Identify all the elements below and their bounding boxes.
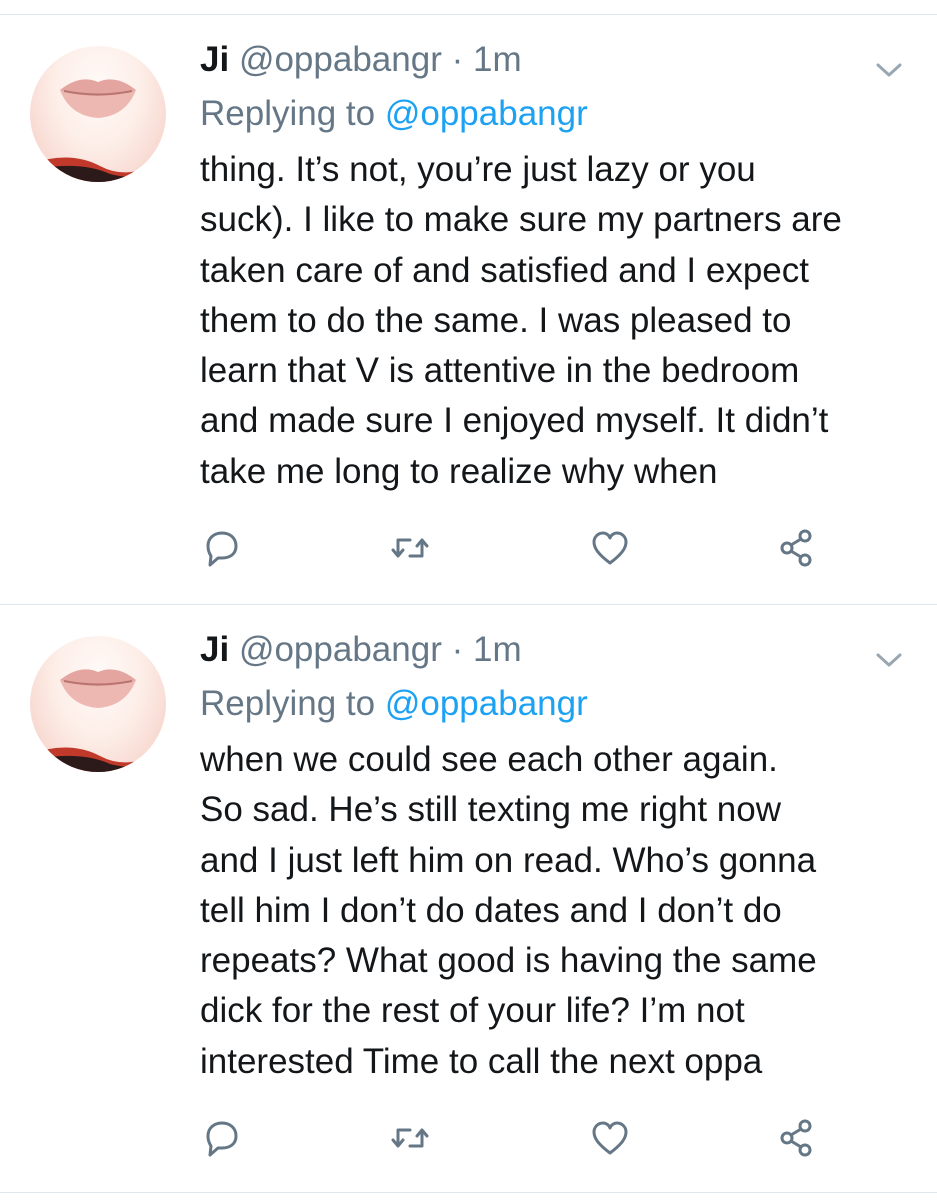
like-button[interactable] [588, 1116, 632, 1160]
share-button[interactable] [775, 526, 819, 570]
heart-icon [592, 531, 628, 565]
tweet-text-line: thing. It’s not, you’re just lazy or you [200, 150, 756, 189]
separator-dot: · [451, 40, 464, 79]
timestamp[interactable]: 1m [473, 40, 522, 79]
replying-to-mention[interactable]: @oppabangr [385, 94, 588, 133]
avatar-lips-image [30, 79, 166, 182]
heart-icon [592, 1121, 628, 1155]
retweet-icon [391, 538, 429, 558]
share-icon [780, 1119, 812, 1157]
tweet-text-line: interested Time to call the next oppa [200, 1041, 763, 1081]
author-handle[interactable]: @oppabangr [239, 630, 442, 669]
retweet-button[interactable] [388, 1116, 432, 1160]
replying-to-mention[interactable]: @oppabangr [385, 684, 588, 723]
tweet-text-line: dick for the rest of your life? I’m not [200, 991, 745, 1031]
avatar[interactable] [30, 636, 166, 772]
tweet-text-line: and made sure I enjoyed myself. It didn’… [200, 401, 829, 441]
author-name[interactable]: Ji [200, 40, 229, 79]
tweet-text-line: taken care of and satisfied and I expect [200, 250, 809, 290]
chevron-down-icon[interactable] [872, 650, 906, 670]
tweet-text: thing. It’s not, you’re just lazy or you… [200, 145, 920, 497]
separator-dot: · [451, 630, 464, 669]
bottom-divider [0, 1192, 937, 1193]
timestamp[interactable]: 1m [473, 630, 522, 669]
tweet-actions [200, 526, 840, 570]
reply-icon [206, 531, 238, 567]
author-name[interactable]: Ji [200, 630, 229, 669]
author-handle[interactable]: @oppabangr [239, 40, 442, 79]
replying-to-label: Replying to [200, 94, 376, 133]
share-icon [780, 529, 812, 567]
retweet-icon [391, 1128, 429, 1148]
tweet-text: when we could see each other again. So s… [200, 735, 920, 1087]
tweet-divider [0, 604, 937, 605]
like-button[interactable] [588, 526, 632, 570]
tweet-text-line: repeats? What good is having the same [200, 941, 817, 981]
reply-button[interactable] [200, 526, 244, 570]
top-divider [0, 14, 937, 15]
reply-icon [206, 1121, 238, 1157]
tweet-header: Ji @oppabangr · 1m [200, 628, 522, 672]
tweet-actions [200, 1116, 840, 1160]
tweet-text-line: suck). I like to make sure my partners a… [200, 200, 842, 240]
avatar[interactable] [30, 46, 166, 182]
chevron-down-icon[interactable] [872, 60, 906, 80]
reply-button[interactable] [200, 1116, 244, 1160]
share-button[interactable] [775, 1116, 819, 1160]
tweet-text-line: learn that V is attentive in the bedroom [200, 351, 800, 391]
avatar-lips-image [30, 669, 166, 772]
tweet-text-line: them to do the same. I was pleased to [200, 300, 792, 340]
replying-to: Replying to @oppabangr [200, 92, 588, 136]
replying-to: Replying to @oppabangr [200, 682, 588, 726]
tweet-header: Ji @oppabangr · 1m [200, 38, 522, 82]
replying-to-label: Replying to [200, 684, 376, 723]
tweet-text-line: take me long to realize why when [200, 451, 718, 491]
retweet-button[interactable] [388, 526, 432, 570]
tweet-text-line: So sad. He’s still texting me right now [200, 790, 782, 830]
tweet-text-line: when we could see each other again. [200, 740, 778, 779]
tweet-text-line: and I just left him on read. Who’s gonna [200, 840, 817, 880]
tweet-text-line: tell him I don’t do dates and I don’t do [200, 890, 782, 930]
